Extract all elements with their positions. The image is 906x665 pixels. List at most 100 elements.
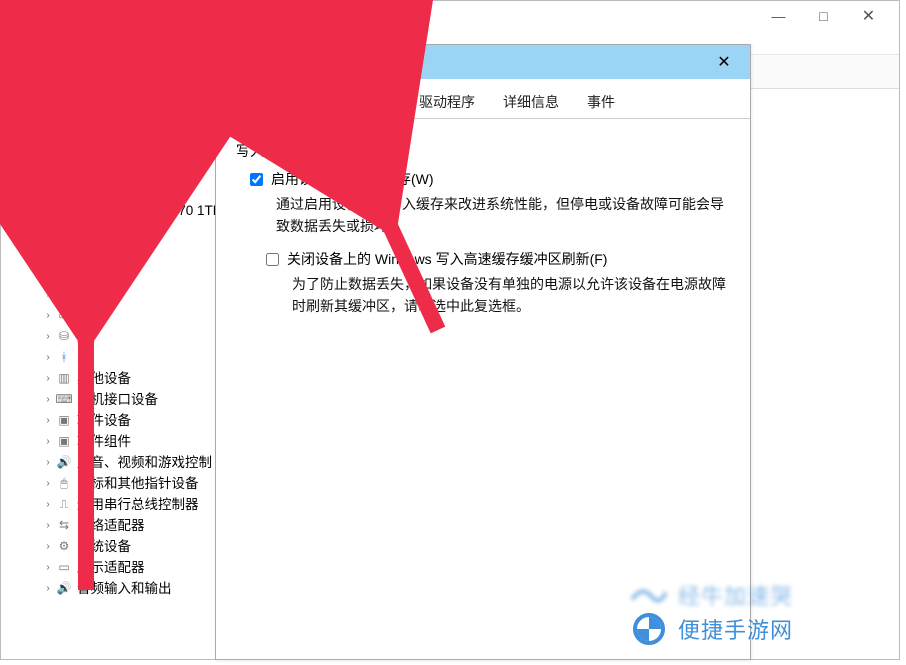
chevron-right-icon[interactable]: › [41,158,55,179]
toolbar-separator [69,61,70,83]
chevron-right-icon[interactable]: › [41,557,55,578]
chevron-right-icon[interactable]: › [41,431,55,452]
audio-io-icon: 🔊 [55,581,73,597]
tool-refresh-button[interactable]: ▣ [145,59,171,85]
dialog-title: WD Blue SN570 1TB SSD 属性 [226,52,708,72]
chevron-right-icon[interactable]: › [41,494,55,515]
chevron-right-icon[interactable]: › [41,410,55,431]
software-icon: ▣ [55,413,73,429]
tab-general[interactable]: 常规 [226,85,280,118]
chevron-right-icon[interactable]: › [41,263,55,284]
tree-label: 控制器 [77,221,118,242]
tree-label: 鼠标和其他指针设备 [77,473,199,494]
tree-label: 磁盘驱动器 [77,179,145,200]
tool-props-button[interactable]: ❓ [184,59,210,85]
bluetooth-icon: ᚼ [55,350,73,366]
tab-events[interactable]: 事件 [574,85,628,118]
chevron-right-icon[interactable]: › [41,515,55,536]
minimize-button[interactable]: — [756,2,801,30]
tab-policy[interactable]: 策略 [282,86,336,119]
tab-volumes[interactable]: 卷 [338,85,378,118]
enable-write-cache-label: 启用设备上的写入缓存(W) [271,169,434,189]
tree-label: 软件组件 [77,431,131,452]
menu-action[interactable]: 操作(A) [70,31,133,55]
tree-label: 安全设备 [77,137,131,158]
chevron-right-icon[interactable]: › [41,389,55,410]
section-label: 写入缓存策略 [236,141,734,161]
disable-flush-checkbox[interactable] [266,253,279,266]
maximize-button[interactable]: □ [801,2,846,30]
chevron-right-icon[interactable]: › [41,326,55,347]
system-icon: ⚙ [55,539,73,555]
enable-write-cache-description: 通过启用设备上的写入缓存来改进系统性能，但停电或设备故障可能会导致数据丢失或损坏… [276,193,734,237]
tab-details[interactable]: 详细信息 [490,85,572,118]
chevron-down-icon[interactable]: ⌄ [23,95,37,116]
titlebar: 设备管理器 — □ ✕ [1,1,899,31]
tree-label: 软件设备 [77,410,131,431]
monitor-icon: ▭ [55,308,73,324]
chevron-right-icon[interactable]: › [41,242,55,263]
chevron-right-icon[interactable]: › [41,452,55,473]
print-queue-icon: ⎙ [55,245,73,261]
tree-label: DESKTOP-V4JF3SL [59,95,183,116]
close-button[interactable]: ✕ [846,2,891,30]
app-icon [9,8,25,24]
tab-driver[interactable]: 驱动程序 [406,85,488,118]
computer-icon: 🖥 [55,287,73,303]
cpu-icon: ▣ [55,161,73,177]
computer-icon [37,98,55,114]
hid-icon: ⌨ [55,392,73,408]
drive-icon: ▭ [55,119,73,135]
disk-icon: ⛁ [55,329,73,345]
tree-label: 牙 [77,347,91,368]
software-icon: ▣ [55,434,73,450]
enable-write-cache-checkbox[interactable] [250,173,263,186]
chevron-right-icon[interactable]: › [41,347,55,368]
chevron-right-icon[interactable]: › [41,368,55,389]
toolbar-separator [177,61,178,83]
menu-file[interactable]: 文件(F) [7,31,70,55]
chevron-down-icon[interactable]: ⌄ [41,179,55,200]
watermark: 经牛加速哭 便捷手游网 [628,579,898,659]
chevron-right-icon[interactable]: › [41,536,55,557]
mouse-icon: 🖱 [55,476,73,492]
tree-label: 显示适配器 [77,557,145,578]
tree-label: 通用串行总线控制器 [77,494,199,515]
audio-icon: 🔊 [55,455,73,471]
usb-icon: ⎍ [55,497,73,513]
tool-hidden-button[interactable]: ▦ [106,59,132,85]
chevron-right-icon[interactable]: › [41,116,55,137]
window-title: 设备管理器 [33,7,756,26]
disable-flush-option: 关闭设备上的 Windows 写入高速缓存缓冲区刷新(F) [266,249,734,269]
chevron-right-icon[interactable]: › [41,578,55,599]
display-icon: ▭ [55,560,73,576]
disk-icon: ⛁ [55,182,73,198]
tool-back-button[interactable]: ⟵ [7,59,33,85]
chevron-right-icon[interactable]: › [41,137,55,158]
tree-label: 处理器 [77,158,118,179]
ssd-icon: ⛁ [73,203,91,219]
tool-viewlist-button[interactable]: ☰ [76,59,102,85]
tree-label: 盘 [77,326,91,347]
tree-label: 人机接口设备 [77,389,158,410]
policy-tab-content: 写入缓存策略 启用设备上的写入缓存(W) 通过启用设备上的写入缓存来改进系统性能… [216,119,750,347]
chevron-right-icon[interactable]: › [41,284,55,305]
dialog-close-button[interactable]: ✕ [708,46,740,78]
chevron-right-icon[interactable]: › [41,305,55,326]
dialog-titlebar: WD Blue SN570 1TB SSD 属性 ✕ [216,45,750,79]
watermark-row-top: 经牛加速哭 [628,579,793,611]
dialog-tabs: 常规 策略 卷 驱动程序 详细信息 事件 [216,83,750,119]
watermark-text-bottom: 便捷手游网 [678,613,793,645]
security-icon: 🔒 [55,140,73,156]
tool-forward-button[interactable]: ⟶ [37,59,63,85]
tree-label: 网络适配器 [77,515,145,536]
controller-icon: ▥ [55,224,73,240]
watermark-logo-icon [628,579,670,611]
watermark-row-bottom: 便捷手游网 [628,613,793,645]
tree-label: 算机 [77,284,104,305]
menu-view[interactable]: 查看(V) [133,31,196,55]
chevron-right-icon[interactable]: › [41,221,55,242]
tree-label: 其他设备 [77,368,131,389]
chevron-right-icon[interactable]: › [41,473,55,494]
disable-flush-description: 为了防止数据丢失，如果设备没有单独的电源以允许该设备在电源故障时刷新其缓冲区，请… [292,273,734,317]
